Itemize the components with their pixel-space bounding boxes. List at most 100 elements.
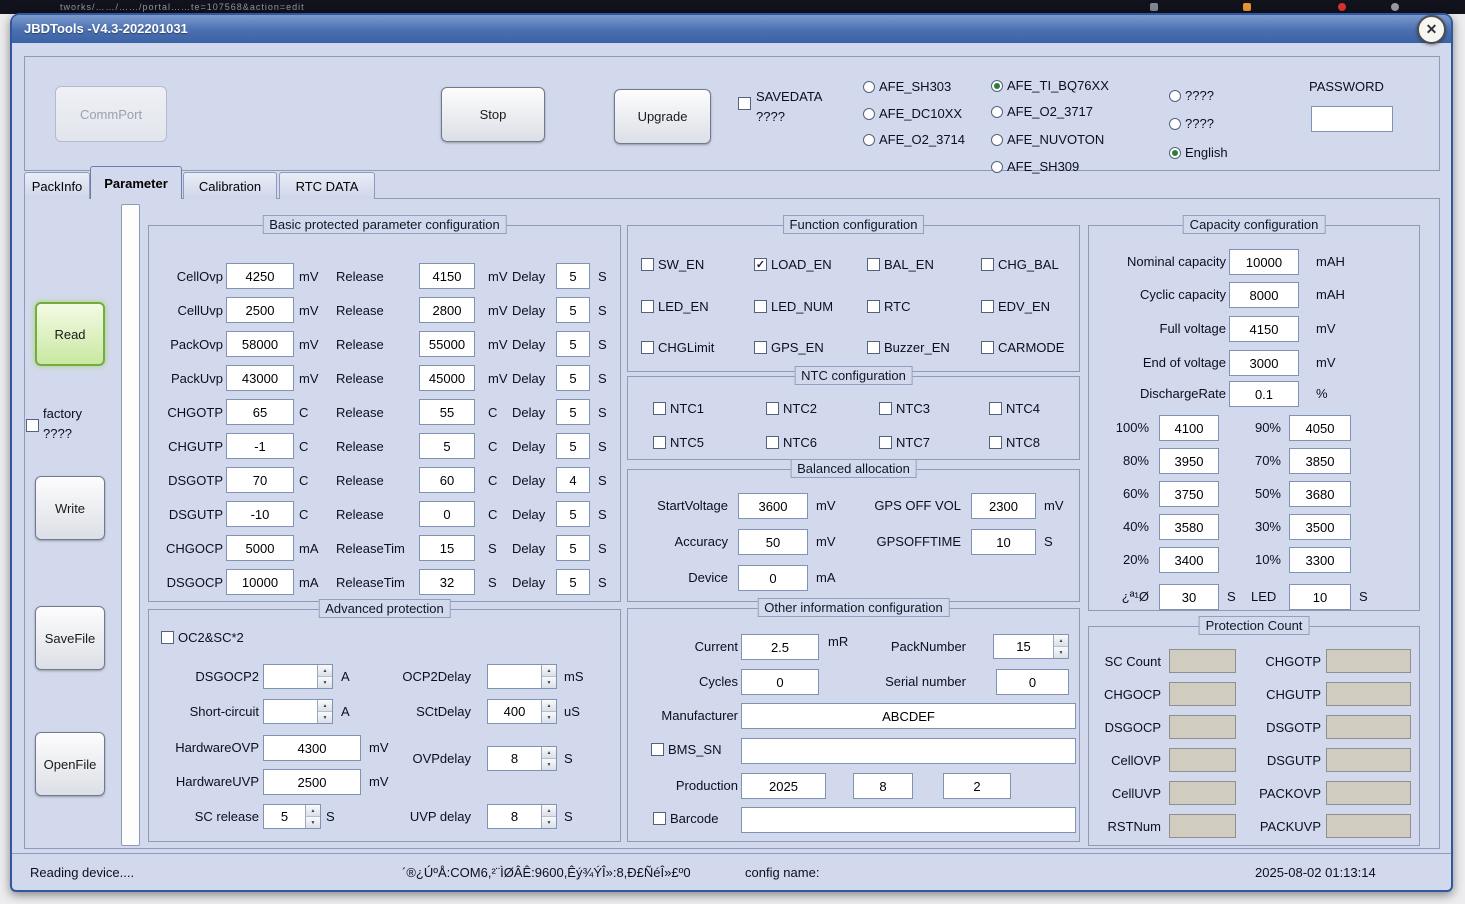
write-button[interactable]: Write (35, 476, 105, 540)
soc-mv-input[interactable] (1289, 547, 1351, 573)
spin-down-icon[interactable]: ▼ (542, 759, 556, 770)
delay-value-input[interactable] (556, 467, 590, 493)
release-value-input[interactable] (419, 569, 475, 595)
dsgocp2-input[interactable] (264, 665, 317, 688)
spin-up-icon[interactable]: ▲ (318, 665, 332, 677)
param-value-input[interactable] (226, 331, 294, 357)
release-value-input[interactable] (419, 297, 475, 323)
end-voltage-input[interactable] (1229, 350, 1299, 376)
short-circuit-input[interactable] (264, 700, 317, 723)
nominal-capacity-input[interactable] (1229, 249, 1299, 275)
param-value-input[interactable] (226, 263, 294, 289)
checkbox-carmode[interactable]: CARMODE (981, 340, 1064, 355)
password-input[interactable] (1311, 106, 1393, 132)
checkbox-rtc[interactable]: RTC (867, 299, 910, 314)
spinner-buttons[interactable]: ▲▼ (541, 805, 556, 828)
accuracy-input[interactable] (738, 529, 808, 555)
hardware-ovp-input[interactable] (263, 735, 361, 761)
checkbox-ntc6[interactable]: NTC6 (766, 435, 817, 450)
upload-icon[interactable] (1150, 3, 1158, 11)
spinner-buttons[interactable]: ▲▼ (317, 700, 332, 723)
soc-mv-input[interactable] (1289, 415, 1351, 441)
led-time-input[interactable] (1289, 584, 1351, 610)
current-input[interactable] (741, 634, 819, 660)
packnumber-input[interactable] (994, 635, 1053, 658)
checkbox-load-en[interactable]: LOAD_EN (754, 257, 832, 272)
checkbox-chg-bal[interactable]: CHG_BAL (981, 257, 1059, 272)
soc-mv-input[interactable] (1159, 481, 1219, 507)
gps-off-vol-input[interactable] (971, 493, 1036, 519)
radio-afe-o2-3714[interactable]: AFE_O2_3714 (863, 132, 965, 147)
production-day-input[interactable] (943, 773, 1011, 799)
radio-lang-2[interactable]: ???? (1169, 116, 1214, 131)
spin-up-icon[interactable]: ▲ (542, 747, 556, 759)
param-value-input[interactable] (226, 467, 294, 493)
radio-afe-sh309[interactable]: AFE_SH309 (991, 159, 1079, 174)
commport-button[interactable]: CommPort (55, 86, 167, 142)
ovpdelay-input[interactable] (488, 747, 541, 770)
release-value-input[interactable] (419, 263, 475, 289)
radio-afe-dc10xx[interactable]: AFE_DC10XX (863, 106, 962, 121)
bms-sn-input[interactable] (741, 738, 1076, 764)
radio-afe-sh303[interactable]: AFE_SH303 (863, 79, 951, 94)
delay-value-input[interactable] (556, 399, 590, 425)
checkbox-chglimit[interactable]: CHGLimit (641, 340, 714, 355)
dsgocp2-spinner[interactable]: ▲▼ (263, 664, 333, 689)
release-value-input[interactable] (419, 433, 475, 459)
barcode-input[interactable] (741, 807, 1076, 833)
spinner-buttons[interactable]: ▲▼ (541, 700, 556, 723)
release-value-input[interactable] (419, 331, 475, 357)
checkbox-ntc2[interactable]: NTC2 (766, 401, 817, 416)
gpsofftime-input[interactable] (971, 529, 1036, 555)
soc-mv-input[interactable] (1289, 514, 1351, 540)
cycles-input[interactable] (741, 669, 819, 695)
delay-value-input[interactable] (556, 297, 590, 323)
spin-up-icon[interactable]: ▲ (306, 805, 320, 817)
tab-parameter[interactable]: Parameter (90, 166, 182, 199)
soc-mv-input[interactable] (1159, 448, 1219, 474)
sctdelay-input[interactable] (488, 700, 541, 723)
radio-english[interactable]: English (1169, 145, 1228, 160)
spin-down-icon[interactable]: ▼ (542, 712, 556, 723)
savefile-button[interactable]: SaveFile (35, 606, 105, 670)
manufacturer-input[interactable] (741, 703, 1076, 729)
upgrade-button[interactable]: Upgrade (614, 89, 711, 144)
radio-afe-ti-bq76xx[interactable]: AFE_TI_BQ76XX (991, 78, 1109, 93)
tab-calibration[interactable]: Calibration (183, 172, 277, 199)
ovpdelay-spinner[interactable]: ▲▼ (487, 746, 557, 771)
release-value-input[interactable] (419, 399, 475, 425)
checkbox-bms-sn[interactable]: BMS_SN (651, 742, 721, 757)
cyclic-capacity-input[interactable] (1229, 282, 1299, 308)
tab-packinfo[interactable]: PackInfo (24, 172, 90, 199)
tab-rtc-data[interactable]: RTC DATA (279, 172, 375, 199)
param-value-input[interactable] (226, 501, 294, 527)
param-value-input[interactable] (226, 297, 294, 323)
checkbox-led-num[interactable]: LED_NUM (754, 299, 833, 314)
spinner-buttons[interactable]: ▲▼ (317, 665, 332, 688)
soc-mv-input[interactable] (1289, 481, 1351, 507)
checkbox-edv-en[interactable]: EDV_EN (981, 299, 1050, 314)
sc-release-spinner[interactable]: ▲▼ (263, 804, 321, 829)
checkbox-ntc5[interactable]: NTC5 (653, 435, 704, 450)
checkbox-bal-en[interactable]: BAL_EN (867, 257, 934, 272)
delay-value-input[interactable] (556, 433, 590, 459)
spinner-buttons[interactable]: ▲▼ (541, 747, 556, 770)
hardware-uvp-input[interactable] (263, 769, 361, 795)
soc-mv-input[interactable] (1159, 415, 1219, 441)
spin-up-icon[interactable]: ▲ (542, 805, 556, 817)
spin-down-icon[interactable]: ▼ (542, 677, 556, 688)
sc-release-input[interactable] (264, 805, 305, 828)
delay-value-input[interactable] (556, 331, 590, 357)
release-value-input[interactable] (419, 501, 475, 527)
param-value-input[interactable] (226, 399, 294, 425)
stop-button[interactable]: Stop (441, 87, 545, 142)
delay-value-input[interactable] (556, 569, 590, 595)
device-input[interactable] (738, 565, 808, 591)
sp~in-up-icon[interactable]: ▲ (542, 665, 556, 677)
spin-down-icon[interactable]: ▼ (306, 817, 320, 828)
delay-value-input[interactable] (556, 535, 590, 561)
discharge-rate-input[interactable] (1229, 381, 1299, 407)
uvp-delay-spinner[interactable]: ▲▼ (487, 804, 557, 829)
param-value-input[interactable] (226, 535, 294, 561)
spin-down-icon[interactable]: ▼ (542, 817, 556, 828)
